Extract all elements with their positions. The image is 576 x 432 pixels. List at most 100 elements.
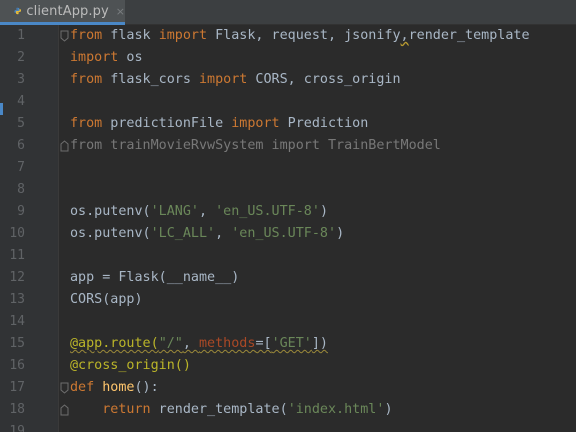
- line-number: 17: [9, 380, 25, 395]
- line-number: 16: [9, 358, 25, 373]
- code-text: def home():: [70, 377, 159, 399]
- line-number: 13: [9, 292, 25, 307]
- string: 'GET': [271, 336, 312, 351]
- function-name: home: [102, 380, 135, 395]
- line-number: 19: [9, 424, 25, 432]
- import-names: Flask, request, jsonify: [207, 28, 401, 43]
- decorator: @app.route(: [70, 336, 159, 351]
- tab-clientapp[interactable]: clientApp.py ×: [0, 0, 125, 25]
- keyword: from: [70, 28, 103, 43]
- code-line: 8: [0, 179, 576, 201]
- punct: ,: [215, 226, 232, 241]
- tab-title: clientApp.py: [26, 3, 109, 19]
- code-editor[interactable]: 1 from flask import Flask, request, json…: [0, 25, 576, 432]
- line-number: 4: [17, 94, 25, 109]
- code-text: from flask import Flask, request, jsonif…: [70, 25, 530, 47]
- code-line: 4: [0, 91, 576, 113]
- string: 'index.html': [287, 402, 385, 417]
- line-number: 5: [17, 116, 25, 131]
- line-number: 18: [9, 402, 25, 417]
- punct: ): [384, 402, 393, 417]
- code-line: 11: [0, 245, 576, 267]
- code-line: 7: [0, 157, 576, 179]
- code-line: 2 import os: [0, 47, 576, 69]
- keyword: import: [231, 116, 280, 131]
- line-number: 8: [17, 182, 25, 197]
- module: predictionFile: [102, 116, 232, 131]
- code-line: 15 @app.route("/", methods=['GET']): [0, 333, 576, 355]
- code-line: 5 from predictionFile import Prediction: [0, 113, 576, 135]
- keyword: return: [102, 402, 151, 417]
- line-number: 1: [17, 28, 25, 43]
- line-number: 14: [9, 314, 25, 329]
- code-line: 1 from flask import Flask, request, json…: [0, 25, 576, 47]
- import-names: CORS, cross_origin: [247, 72, 401, 87]
- code-line: 3 from flask_cors import CORS, cross_ori…: [0, 69, 576, 91]
- keyword: from: [70, 116, 103, 131]
- code-line: 18 return render_template('index.html'): [0, 399, 576, 421]
- string: 'LANG': [150, 204, 199, 219]
- line-number: 11: [9, 248, 25, 263]
- line-number: 2: [17, 50, 25, 65]
- code-text: from flask_cors import CORS, cross_origi…: [70, 69, 401, 91]
- unused-import: from trainMovieRvwSystem import TrainBer…: [70, 138, 441, 153]
- code-text: os.putenv('LANG', 'en_US.UTF-8'): [70, 201, 328, 223]
- editor-tab-bar: clientApp.py ×: [0, 0, 576, 25]
- line-number: 10: [9, 226, 25, 241]
- named-argument: methods: [199, 336, 256, 351]
- keyword: import: [70, 50, 119, 65]
- code-line: 12 app = Flask(__name__): [0, 267, 576, 289]
- fold-icon[interactable]: [60, 382, 69, 394]
- punct: ): [319, 204, 328, 219]
- import-name: render_template: [408, 28, 530, 43]
- line-number: 6: [17, 138, 25, 153]
- code-line: 14: [0, 311, 576, 333]
- fold-end-icon[interactable]: [60, 404, 69, 416]
- warning-comma: ,: [400, 28, 409, 43]
- keyword: import: [158, 28, 208, 43]
- code-text: return render_template('index.html'): [70, 399, 393, 421]
- fold-icon[interactable]: [60, 30, 69, 42]
- code-line: 9 os.putenv('LANG', 'en_US.UTF-8'): [0, 201, 576, 223]
- line-number: 15: [9, 336, 25, 351]
- string: 'LC_ALL': [150, 226, 216, 241]
- fold-end-icon[interactable]: [60, 140, 69, 152]
- call: render_template(: [150, 402, 288, 417]
- code-text: from predictionFile import Prediction: [70, 113, 368, 135]
- line-number: 9: [17, 204, 25, 219]
- punct: =[: [255, 336, 272, 351]
- code-text: CORS(app): [70, 292, 143, 307]
- import-names: Prediction: [279, 116, 369, 131]
- code-line: 16 @cross_origin(): [0, 355, 576, 377]
- punct: ]): [311, 336, 328, 351]
- line-number: 3: [17, 72, 25, 87]
- code-line: 13 CORS(app): [0, 289, 576, 311]
- call: os.putenv(: [70, 226, 151, 241]
- string: 'en_US.UTF-8': [215, 204, 320, 219]
- keyword: import: [199, 72, 248, 87]
- code-text: os.putenv('LC_ALL', 'en_US.UTF-8'): [70, 223, 344, 245]
- module: flask: [102, 28, 159, 43]
- code-text: import os: [70, 47, 143, 69]
- module: os: [118, 50, 143, 65]
- keyword: from: [70, 72, 103, 87]
- code-line: 19: [0, 421, 576, 432]
- decorator: @cross_origin(): [70, 358, 191, 373]
- punct: ): [336, 226, 345, 241]
- punct: ():: [134, 380, 159, 395]
- code-text: @app.route("/", methods=['GET']): [70, 333, 328, 355]
- line-number: 7: [17, 160, 25, 175]
- line-number: 12: [9, 270, 25, 285]
- punct: ,: [182, 336, 199, 351]
- python-file-icon: [14, 7, 21, 15]
- code-line: 17 def home():: [0, 377, 576, 399]
- punct: ,: [199, 204, 216, 219]
- code-text: app = Flask(__name__): [70, 270, 240, 285]
- module: flask_cors: [102, 72, 199, 87]
- code-line: 10 os.putenv('LC_ALL', 'en_US.UTF-8'): [0, 223, 576, 245]
- string: "/": [158, 336, 183, 351]
- code-line: 6 from trainMovieRvwSystem import TrainB…: [0, 135, 576, 157]
- keyword: def: [70, 380, 95, 395]
- close-icon[interactable]: ×: [116, 6, 125, 17]
